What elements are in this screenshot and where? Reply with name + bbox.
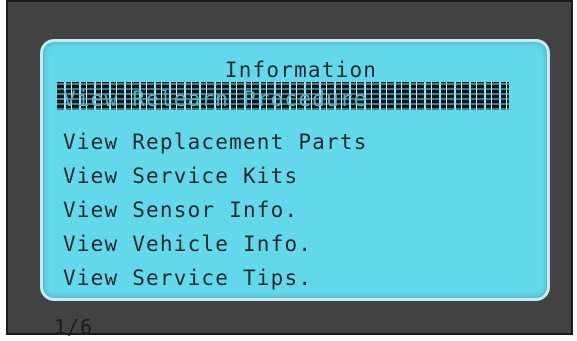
menu-item-view-sensor-info[interactable]: View Sensor Info. [63,195,298,225]
menu-item-view-relearn-procedure[interactable]: View Relearn Procedure [57,82,509,110]
page-indicator: 1/6 [54,315,94,339]
menu-item-view-service-kits[interactable]: View Service Kits [63,161,298,191]
menu-item-view-vehicle-info[interactable]: View Vehicle Info. [63,229,312,259]
lcd-screen: Information View Relearn Procedure View … [40,39,550,301]
menu-item-view-service-tips[interactable]: View Service Tips. [63,263,312,293]
menu-item-view-replacement-parts[interactable]: View Replacement Parts [63,127,368,157]
screen-title: Information [224,58,378,82]
device-bezel: Information View Relearn Procedure View … [6,0,573,335]
